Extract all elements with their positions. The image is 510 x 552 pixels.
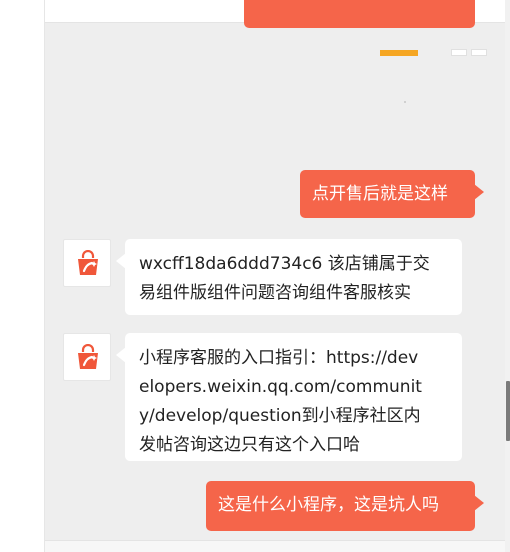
chat-window: 点开售后就是这样 wxcff18da6ddd734c6 该店铺属于交 易组件版组… bbox=[0, 0, 510, 552]
message-line: y/develop/question到小程序社区内 bbox=[139, 406, 421, 426]
preview-button bbox=[471, 49, 487, 56]
image-message-preview[interactable] bbox=[318, 46, 488, 106]
message-line: 易组件版组件问题咨询组件客服核实 bbox=[139, 283, 411, 303]
incoming-message[interactable]: wxcff18da6ddd734c6 该店铺属于交 易组件版组件问题咨询组件客服… bbox=[116, 239, 462, 315]
message-line: wxcff18da6ddd734c6 该店铺属于交 bbox=[139, 254, 430, 274]
shopping-bag-sparkle-icon bbox=[78, 250, 98, 275]
avatar[interactable] bbox=[63, 239, 111, 287]
message-line: 发帖咨询这边只有这个入口哈 bbox=[139, 435, 360, 455]
preview-button bbox=[451, 49, 467, 56]
preview-highlight bbox=[380, 50, 418, 56]
outgoing-message[interactable]: 点开售后就是这样 bbox=[300, 170, 484, 218]
shopping-bag-sparkle-icon bbox=[78, 344, 98, 369]
message-line: 小程序客服的入口指引：https://dev bbox=[139, 348, 419, 368]
message-line: elopers.weixin.qq.com/communit bbox=[139, 377, 422, 397]
preview-dot bbox=[404, 101, 406, 103]
message-bubble-partial[interactable] bbox=[244, 0, 475, 28]
avatar[interactable] bbox=[63, 333, 111, 381]
scrollbar-track[interactable] bbox=[505, 0, 510, 552]
scrollbar-thumb[interactable] bbox=[506, 381, 510, 441]
outgoing-message[interactable]: 这是什么小程序，这是坑人吗 bbox=[206, 481, 484, 531]
message-text: 点开售后就是这样 bbox=[312, 184, 448, 204]
incoming-message[interactable]: 小程序客服的入口指引：https://dev elopers.weixin.qq… bbox=[116, 333, 462, 461]
message-text: 这是什么小程序，这是坑人吗 bbox=[218, 495, 439, 515]
input-bar[interactable] bbox=[45, 540, 505, 552]
left-panel bbox=[0, 0, 44, 552]
